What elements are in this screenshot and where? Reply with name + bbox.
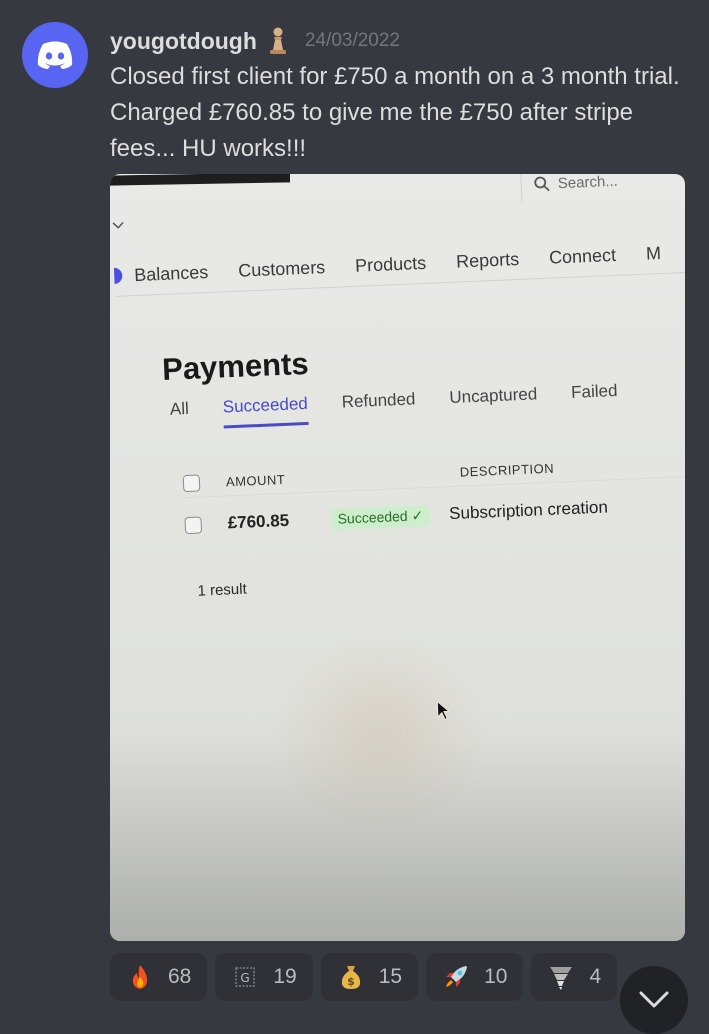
select-all-checkbox	[182, 474, 201, 492]
g-icon: G	[235, 967, 255, 987]
message-header: yougotdough 24/03/2022	[110, 24, 400, 58]
chevron-down-icon	[639, 991, 669, 1008]
avatar[interactable]	[22, 22, 88, 88]
column-amount: AMOUNT	[225, 471, 286, 489]
result-count: 1 result	[197, 580, 248, 600]
tab-failed: Failed	[570, 380, 618, 402]
reaction-money-bag[interactable]: $ 15	[320, 953, 419, 1001]
nav-item-connect: Connect	[548, 244, 617, 268]
money-bag-icon: $	[341, 966, 360, 989]
tab-refunded: Refunded	[341, 389, 416, 412]
nav-item-more: M	[645, 242, 662, 264]
row-checkbox	[184, 515, 203, 534]
reaction-count: 10	[484, 965, 508, 988]
tornado-icon	[550, 967, 573, 990]
nav-item-reports: Reports	[455, 248, 520, 272]
reaction-count: 4	[589, 965, 602, 988]
reaction-fire[interactable]: 68	[110, 953, 208, 1001]
reaction-count: 68	[168, 965, 192, 988]
search-input: Search...	[520, 174, 685, 203]
reaction-tornado[interactable]: 4	[531, 953, 618, 1001]
nav-item-customers: Customers	[237, 256, 326, 281]
row-amount: £760.85	[227, 510, 290, 533]
discord-logo-icon	[37, 41, 73, 69]
reaction-rocket[interactable]: 10	[426, 953, 524, 1001]
status-badge: Succeeded ✓	[331, 504, 430, 530]
message-text: Closed first client for £750 a month on …	[110, 63, 687, 162]
nav-indicator	[113, 267, 123, 284]
tab-all: All	[169, 398, 190, 419]
search-icon	[534, 176, 550, 192]
stripe-nav: Balances Customers Products Reports Conn…	[113, 230, 685, 297]
fire-icon	[132, 965, 148, 989]
image-attachment[interactable]: Search... Balances Customers Products Re…	[110, 174, 685, 941]
svg-text:$: $	[347, 975, 355, 988]
column-description: DESCRIPTION	[459, 460, 555, 480]
mouse-cursor-icon	[436, 700, 450, 720]
pawn-icon	[269, 27, 286, 54]
rocket-icon	[446, 966, 468, 987]
timestamp: 24/03/2022	[304, 30, 400, 51]
chevron-down-icon	[112, 217, 125, 233]
reaction-count: 19	[273, 965, 297, 988]
stripe-screen: Search... Balances Customers Products Re…	[110, 174, 685, 940]
page-title: Payments	[161, 345, 310, 387]
tab-succeeded: Succeeded	[222, 393, 309, 429]
reaction-g[interactable]: G 19	[215, 953, 313, 1001]
search-placeholder: Search...	[557, 174, 619, 192]
nav-item-products: Products	[354, 252, 427, 276]
reactions-bar: 68 G 19 $ 15 10 4	[110, 953, 625, 1001]
reaction-count: 15	[378, 965, 403, 988]
username[interactable]: yougotdough	[110, 28, 257, 55]
row-description: Subscription creation	[448, 497, 609, 524]
svg-text:G: G	[241, 971, 250, 985]
tab-uncaptured: Uncaptured	[448, 384, 538, 407]
nav-item-balances: Balances	[133, 261, 209, 285]
